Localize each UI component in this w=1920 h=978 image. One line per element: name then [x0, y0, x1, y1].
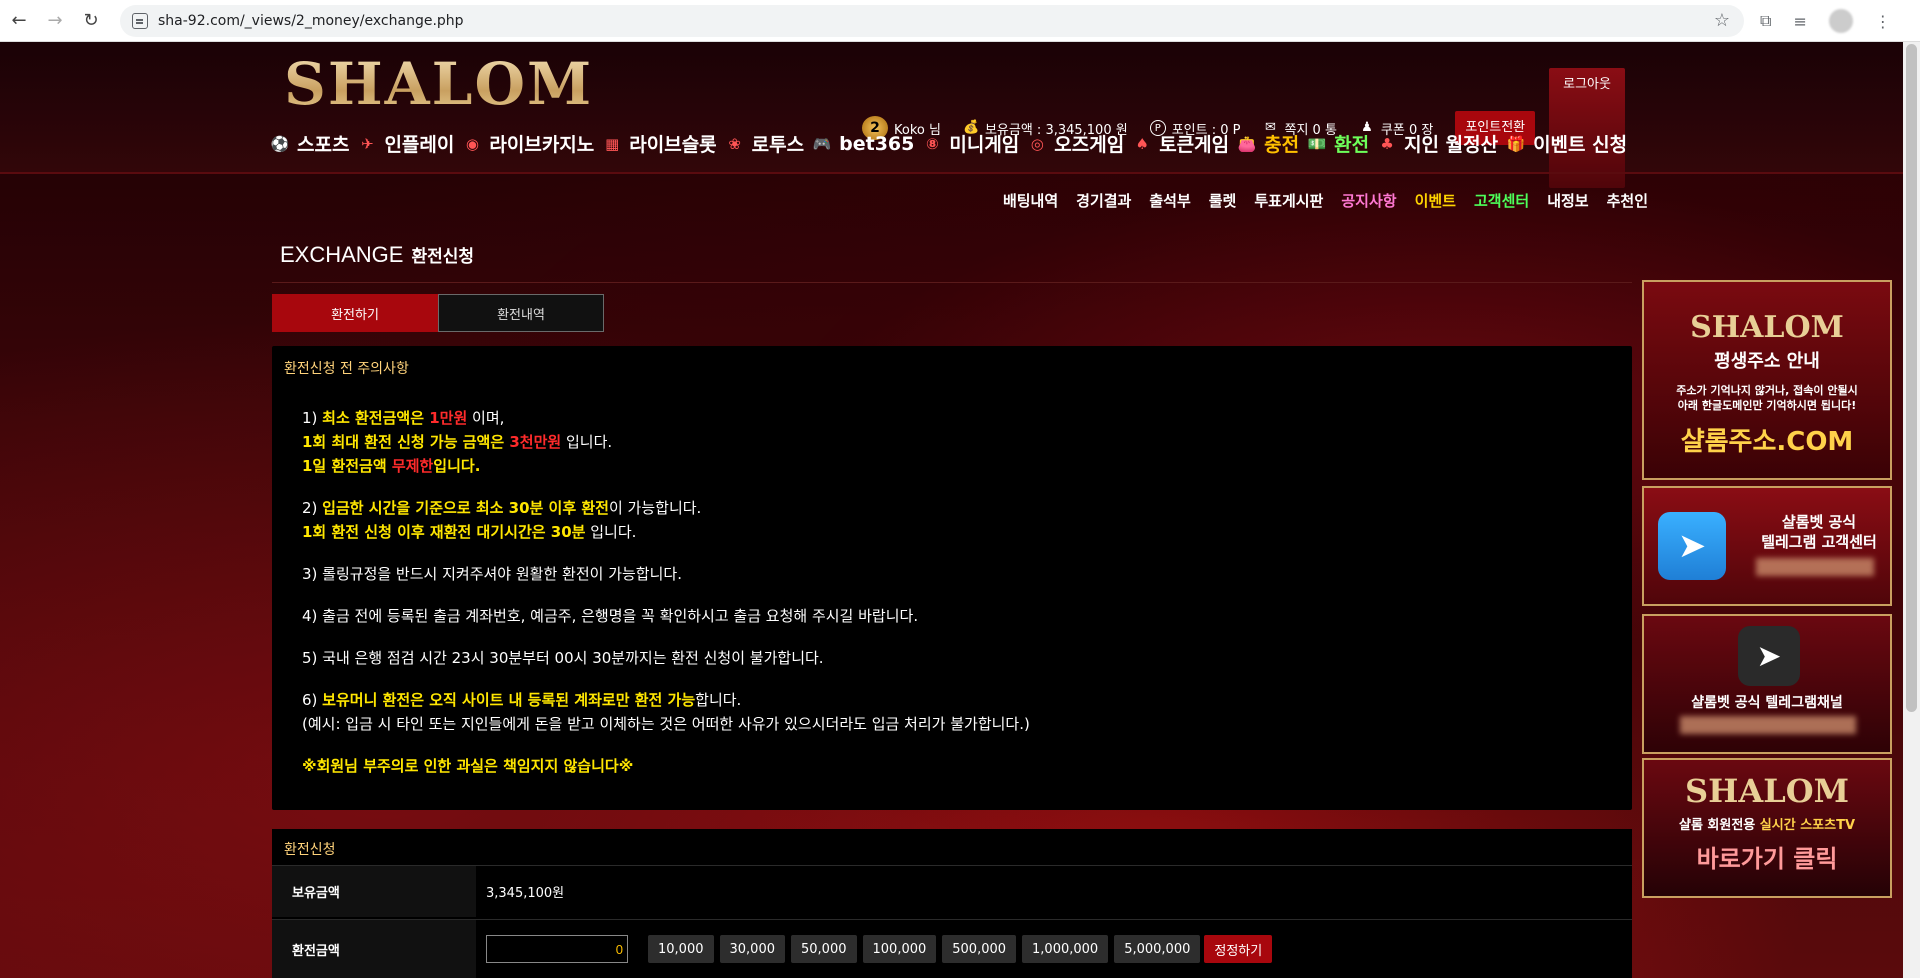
- menu-live-slot[interactable]: ▦ 라이브슬롯: [600, 130, 717, 157]
- menu-referral-settlement[interactable]: ♣ 지인 월정산: [1375, 130, 1498, 157]
- url-text: sha-92.com/_views/2_money/exchange.php: [158, 13, 464, 29]
- banner-sports-tv[interactable]: SHALOM 샬롬 회원전용 실시간 스포츠TV 바로가기 클릭: [1642, 758, 1892, 898]
- quick-amount-30000-button[interactable]: 30,000: [719, 935, 785, 963]
- quick-amount-5000000-button[interactable]: 5,000,000: [1114, 935, 1201, 963]
- banner-logo: SHALOM: [1690, 310, 1844, 345]
- submenu-my-info[interactable]: 내정보: [1547, 190, 1588, 211]
- profile-avatar[interactable]: [1828, 9, 1853, 33]
- header-divider: [0, 172, 1903, 174]
- notice-line-5: 5) 국내 은행 점검 시간 23시 30분부터 00시 30분까지는 환전 신…: [302, 649, 824, 667]
- scrollbar-thumb[interactable]: [1906, 44, 1917, 712]
- soccer-icon: ⚽: [270, 134, 290, 153]
- money-icon: 💵: [1307, 134, 1327, 153]
- menu-tokengame[interactable]: ♠ 토큰게임: [1130, 130, 1229, 157]
- banner-telegram-cs[interactable]: ➤ 샬롬벳 공식 텔레그램 고객센터: [1642, 486, 1892, 606]
- menu-exchange[interactable]: 💵 환전: [1305, 130, 1369, 157]
- blurred-handle: [1756, 558, 1874, 576]
- submenu-roulette[interactable]: 룰렛: [1209, 190, 1237, 211]
- extensions-icon[interactable]: ⧉: [1760, 11, 1771, 31]
- bookmark-star-icon[interactable]: ☆: [1714, 10, 1730, 31]
- menu-charge[interactable]: 👛 충전: [1235, 130, 1299, 157]
- submenu-vote-board[interactable]: 투표게시판: [1254, 190, 1323, 211]
- exchange-tabs: 환전하기 환전내역: [272, 294, 604, 332]
- browser-toolbar: ← → ↻ sha-92.com/_views/2_money/exchange…: [0, 0, 1920, 42]
- chip-icon: ◎: [1030, 134, 1044, 153]
- quick-amount-500000-button[interactable]: 500,000: [942, 935, 1017, 963]
- notice-body: 1) 최소 환전금액은 1만원 이며, 1회 최대 환전 신청 가능 금액은 3…: [302, 406, 1030, 796]
- page-scrollbar[interactable]: [1903, 42, 1920, 978]
- menu-sports[interactable]: ⚽ 스포츠: [268, 130, 350, 157]
- submenu-bet-history[interactable]: 배팅내역: [1003, 190, 1058, 211]
- menu-kebab-icon[interactable]: ⋮: [1875, 12, 1891, 31]
- page-title-ko: 환전신청: [411, 247, 475, 267]
- user-bar: 2 Koko 님 💰 보유금액 : 3,345,100 원 P 포인트 : 0 P ✉…: [862, 68, 1625, 188]
- menu-ozgame[interactable]: ◎ 오즈게임: [1025, 130, 1124, 157]
- menu-live-casino[interactable]: ◉ 라이브카지노: [460, 130, 594, 157]
- main-menu: ⚽ 스포츠 ✈ 인플레이 ◉ 라이브카지노 ▦ 라이브슬롯 ❀ 로투스 🎮 bet365 ⑧…: [268, 130, 1633, 157]
- menu-minigame[interactable]: ⑧ 미니게임: [920, 130, 1019, 157]
- gamepad-icon: 🎮: [812, 134, 832, 153]
- menu-bet365[interactable]: 🎮 bet365: [810, 132, 915, 156]
- page-title-en: EXCHANGE: [280, 242, 404, 267]
- chip-icon: ◉: [465, 134, 479, 153]
- quick-amount-50000-button[interactable]: 50,000: [791, 935, 857, 963]
- notice-panel: 환전신청 전 주의사항 1) 최소 환전금액은 1만원 이며, 1회 최대 환전…: [272, 346, 1632, 810]
- lotus-icon: ❀: [728, 134, 741, 153]
- submenu-referrer[interactable]: 추천인: [1607, 190, 1648, 211]
- media-control-icon[interactable]: ≡: [1793, 12, 1806, 31]
- banner-telegram-channel[interactable]: ➤ 샬롬벳 공식 텔레그램채널: [1642, 614, 1892, 754]
- submenu-event[interactable]: 이벤트: [1415, 190, 1456, 211]
- banner-domain: 샬롬주소.COM: [1680, 427, 1854, 457]
- title-divider: [272, 282, 1632, 283]
- site-logo[interactable]: SHALOM: [284, 50, 593, 118]
- submenu-attendance[interactable]: 출석부: [1149, 190, 1190, 211]
- page: SHALOM 2 Koko 님 💰 보유금액 : 3,345,100 원 P 포인트 …: [0, 42, 1920, 978]
- telegram-icon: ➤: [1738, 626, 1800, 686]
- quick-amount-10000-button[interactable]: 10,000: [648, 935, 714, 963]
- logout-button[interactable]: 로그아웃: [1549, 68, 1625, 188]
- tab-exchange-history[interactable]: 환전내역: [438, 294, 604, 332]
- page-title: EXCHANGE 환전신청: [280, 242, 474, 268]
- notice-warning: ※회원님 부주의로 인한 과실은 책임지지 않습니다※: [302, 757, 634, 775]
- banner-permanent-address[interactable]: SHALOM 평생주소 안내 주소가 기억나지 않거나, 접속이 안될시 아래 한…: [1642, 280, 1892, 480]
- balance-value: 3,345,100원: [486, 886, 565, 901]
- address-bar[interactable]: sha-92.com/_views/2_money/exchange.php ☆: [120, 5, 1744, 37]
- live-icon: ✈: [361, 134, 374, 153]
- menu-lotus[interactable]: ❀ 로투스: [723, 130, 804, 157]
- submenu-notice[interactable]: 공지사항: [1341, 190, 1396, 211]
- amount-row: 환전금액 10,000 30,000 50,000 100,000 500,00…: [272, 919, 1632, 978]
- blurred-handle: [1680, 716, 1856, 734]
- exchange-form: 환전신청 보유금액 3,345,100원 환전금액 10,000 30,000 …: [272, 829, 1632, 978]
- amount-input[interactable]: [486, 935, 628, 963]
- submenu-results[interactable]: 경기결과: [1076, 190, 1131, 211]
- wallet-icon: 👛: [1237, 134, 1257, 153]
- reload-icon[interactable]: ↻: [74, 4, 108, 38]
- back-arrow-icon[interactable]: ←: [2, 4, 36, 38]
- notice-line-3: 3) 롤링규정을 반드시 지켜주셔야 원활한 환전이 가능합니다.: [302, 565, 682, 583]
- telegram-icon: ➤: [1658, 512, 1726, 580]
- balance-label: 보유금액: [272, 866, 476, 917]
- notice-title: 환전신청 전 주의사항: [284, 361, 409, 377]
- quick-amount-100000-button[interactable]: 100,000: [862, 935, 937, 963]
- notice-line-4: 4) 출금 전에 등록된 출금 계좌번호, 예금주, 은행명을 꼭 확인하시고 …: [302, 607, 919, 625]
- site-info-icon[interactable]: [132, 13, 148, 29]
- ball-icon: ⑧: [926, 134, 939, 153]
- quick-amount-1000000-button[interactable]: 1,000,000: [1022, 935, 1109, 963]
- gift-icon: 🎁: [1506, 134, 1526, 153]
- submenu-customer-center[interactable]: 고객센터: [1474, 190, 1529, 211]
- cards-icon: ♠: [1135, 134, 1149, 153]
- banner-click-text: 바로가기 클릭: [1696, 845, 1838, 873]
- menu-event-apply[interactable]: 🎁 이벤트 신청: [1504, 130, 1627, 157]
- forward-arrow-icon[interactable]: →: [38, 4, 72, 38]
- balance-row: 보유금액 3,345,100원: [272, 865, 1632, 917]
- people-icon: ♣: [1380, 134, 1394, 153]
- amount-label: 환전금액: [272, 920, 476, 978]
- reset-amount-button[interactable]: 정정하기: [1204, 935, 1273, 963]
- slot-icon: ▦: [605, 134, 620, 153]
- sub-menu: 배팅내역 경기결과 출석부 룰렛 투표게시판 공지사항 이벤트 고객센터 내정보…: [1003, 190, 1648, 211]
- menu-inplay[interactable]: ✈ 인플레이: [355, 130, 454, 157]
- tab-exchange[interactable]: 환전하기: [272, 294, 438, 332]
- exchange-form-title: 환전신청: [284, 842, 336, 858]
